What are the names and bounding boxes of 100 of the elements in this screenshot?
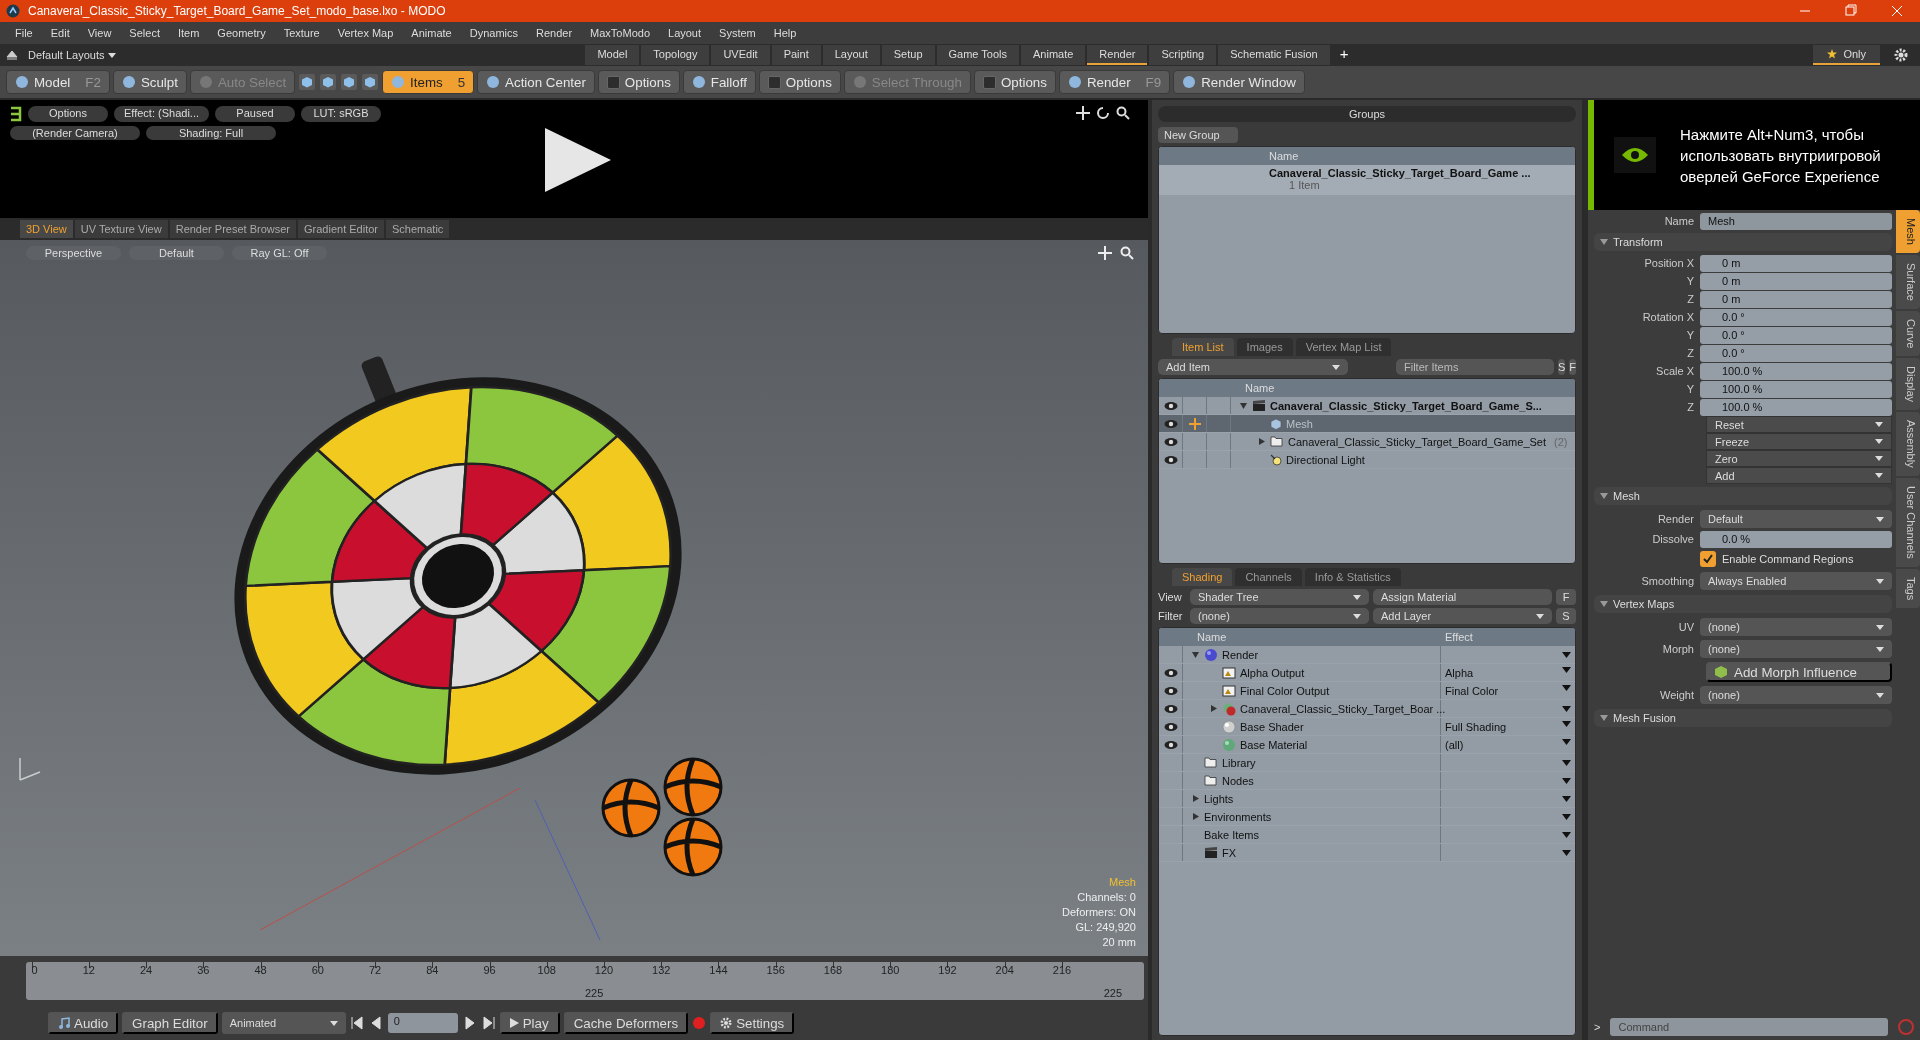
viewport-option-button[interactable]: Default: [129, 246, 224, 260]
audio-button[interactable]: Audio: [48, 1012, 119, 1034]
tree-row[interactable]: Library: [1159, 754, 1575, 772]
add-tab-button[interactable]: +: [1331, 45, 1357, 65]
eye-icon[interactable]: [1163, 436, 1178, 447]
caret-icon[interactable]: [1875, 473, 1883, 478]
options-button[interactable]: Options: [973, 70, 1056, 94]
action-dropdown[interactable]: Add: [1706, 467, 1892, 484]
layout-tab[interactable]: Game Tools: [936, 45, 1019, 65]
tree-row[interactable]: Environments: [1159, 808, 1575, 826]
menu-item[interactable]: Layout: [659, 27, 711, 39]
dropdown-arrow-icon[interactable]: [1562, 777, 1571, 784]
layout-tab[interactable]: Render: [1087, 45, 1148, 65]
value-field[interactable]: 100.0 %: [1700, 398, 1892, 416]
tree-row[interactable]: Lights: [1159, 790, 1575, 808]
section-arrow-icon[interactable]: [1600, 492, 1608, 500]
tree-row[interactable]: Alpha Output Alpha: [1159, 664, 1575, 682]
view-tab[interactable]: Gradient Editor: [298, 220, 384, 238]
view-tab[interactable]: Schematic: [386, 220, 450, 238]
add-item-dropdown[interactable]: Add Item: [1158, 359, 1348, 375]
view-tab[interactable]: 3D View: [20, 220, 73, 238]
expand-arrow-icon[interactable]: [1191, 650, 1200, 659]
tree-row[interactable]: Canaveral_Classic_Sticky_Target_Board_Game_Set (2): [1159, 433, 1575, 451]
side-tab[interactable]: Surface: [1896, 254, 1920, 309]
new-group-button[interactable]: New Group: [1158, 127, 1238, 143]
action-dropdown[interactable]: Reset: [1706, 416, 1892, 433]
layout-tab[interactable]: Paint: [771, 45, 821, 65]
menu-item[interactable]: Edit: [41, 27, 79, 39]
caret-icon[interactable]: [1536, 613, 1544, 619]
panel-tab[interactable]: Item List: [1172, 338, 1234, 356]
eye-icon[interactable]: [1163, 739, 1178, 750]
tool-button[interactable]: Items 5: [382, 70, 475, 94]
frame-field[interactable]: 0: [387, 1013, 458, 1033]
move-icon[interactable]: [1098, 246, 1112, 260]
tool-button[interactable]: Sculpt: [112, 70, 187, 94]
value-field[interactable]: 100.0 %: [1700, 362, 1892, 380]
section-header[interactable]: Vertex Maps: [1594, 595, 1892, 613]
tree-row[interactable]: Render: [1159, 646, 1575, 664]
tool-button[interactable]: Model F2: [6, 70, 110, 94]
menu-item[interactable]: File: [6, 27, 42, 39]
up-arrow-icon[interactable]: [6, 49, 18, 61]
collapse-arrow-icon[interactable]: [1257, 437, 1266, 446]
tool-button[interactable]: Action Center: [477, 70, 595, 94]
view-tab[interactable]: UV Texture View: [74, 220, 168, 238]
view-dropdown[interactable]: Shader Tree: [1190, 589, 1369, 605]
layout-tab[interactable]: UVEdit: [711, 45, 770, 65]
value-dropdown[interactable]: (none): [1700, 640, 1892, 658]
caret-icon[interactable]: [1875, 439, 1883, 444]
filter-field[interactable]: Filter Items: [1396, 359, 1554, 375]
caret-icon[interactable]: [1332, 364, 1340, 370]
panel-tab[interactable]: Images: [1236, 338, 1293, 356]
eye-icon[interactable]: [1163, 418, 1178, 429]
group-name[interactable]: Canaveral_Classic_Sticky_Target_Board_Game ...: [1269, 167, 1575, 179]
settings-button[interactable]: Settings: [710, 1012, 795, 1034]
tree-row[interactable]: Nodes: [1159, 772, 1575, 790]
tree-row[interactable]: Base Shader Full Shading: [1159, 718, 1575, 736]
dropdown-arrow-icon[interactable]: [1562, 849, 1571, 856]
graph-editor-button[interactable]: Graph Editor: [122, 1012, 218, 1034]
preview-option-button[interactable]: Paused: [215, 106, 295, 122]
value-dropdown[interactable]: (none): [1700, 686, 1892, 704]
value-field[interactable]: 100.0 %: [1700, 380, 1892, 398]
eye-icon[interactable]: [1163, 685, 1178, 696]
settings-icon[interactable]: [1894, 48, 1908, 62]
section-header[interactable]: Mesh Fusion: [1594, 709, 1892, 727]
side-tab[interactable]: User Channels: [1896, 477, 1920, 567]
side-tab[interactable]: Curve: [1896, 310, 1920, 357]
side-tab[interactable]: Display: [1896, 358, 1920, 411]
section-arrow-icon[interactable]: [1600, 714, 1608, 722]
menu-item[interactable]: Item: [168, 27, 209, 39]
panel-tab[interactable]: Info & Statistics: [1304, 568, 1401, 586]
eye-icon[interactable]: [1163, 454, 1178, 465]
layout-tab[interactable]: Scripting: [1149, 45, 1217, 65]
menu-item[interactable]: Render: [527, 27, 582, 39]
view-tab[interactable]: Render Preset Browser: [169, 220, 296, 238]
action-dropdown[interactable]: Freeze: [1706, 433, 1892, 450]
layout-tab[interactable]: Setup: [881, 45, 935, 65]
dropdown-arrow-icon[interactable]: [1562, 684, 1571, 691]
layout-tab[interactable]: Animate: [1021, 45, 1086, 65]
section-header[interactable]: Mesh: [1594, 487, 1892, 505]
cube-tool-icon[interactable]: [298, 73, 317, 91]
tree-row[interactable]: Base Material (all): [1159, 736, 1575, 754]
value-field[interactable]: 0.0 °: [1700, 326, 1892, 344]
move-icon[interactable]: [1076, 106, 1090, 120]
play-button[interactable]: Play: [499, 1012, 560, 1034]
value-field[interactable]: 0 m: [1700, 254, 1892, 272]
command-field[interactable]: Command: [1610, 1018, 1888, 1036]
dropdown-arrow-icon[interactable]: [1562, 759, 1571, 766]
tool-button[interactable]: Render Window: [1173, 70, 1305, 94]
side-tab[interactable]: Mesh: [1896, 210, 1920, 253]
side-tab[interactable]: Assembly: [1896, 412, 1920, 476]
tool-button[interactable]: Falloff: [682, 70, 756, 94]
expand-arrow-icon[interactable]: [1239, 401, 1248, 410]
side-tab[interactable]: Tags: [1896, 568, 1920, 608]
preview-option-button[interactable]: LUT: sRGB: [301, 106, 381, 122]
s-button[interactable]: S: [1558, 359, 1566, 375]
panel-tab[interactable]: Vertex Map List: [1295, 338, 1392, 356]
layout-tab[interactable]: Schematic Fusion: [1218, 45, 1330, 65]
tool-button[interactable]: Render F9: [1058, 70, 1171, 94]
search-icon[interactable]: [1120, 246, 1134, 260]
caret-icon[interactable]: [1876, 646, 1884, 652]
